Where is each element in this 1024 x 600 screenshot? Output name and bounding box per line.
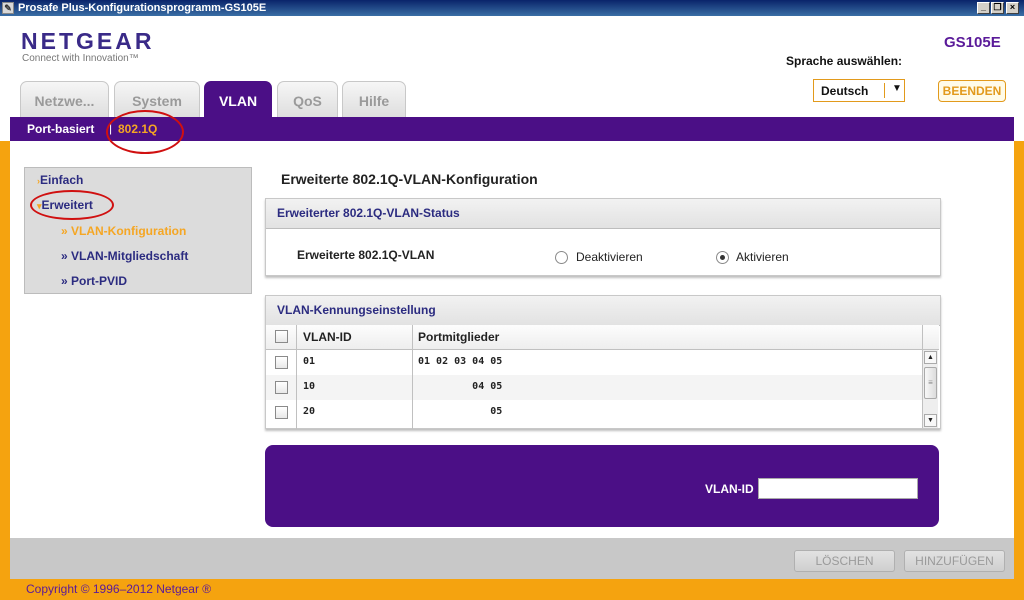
sidebar-item-simple[interactable]: ›Einfach — [37, 173, 83, 187]
row-port-members: 04 05 — [418, 381, 503, 392]
language-value: Deutsch — [821, 84, 869, 98]
annotation-circle-802-1q — [106, 110, 184, 154]
row-vlan-id[interactable]: 20 — [303, 406, 315, 417]
panel-heading: Erweiterter 802.1Q-VLAN-Status — [277, 206, 460, 220]
vlan-status-panel: Erweiterter 802.1Q-VLAN-Status — [265, 198, 941, 276]
sidebar-item-vlan-membership[interactable]: » VLAN-Mitgliedschaft — [61, 249, 188, 263]
row-port-members: 01 02 03 04 05 — [418, 356, 503, 367]
row-port-members: 05 — [418, 406, 503, 417]
netgear-logo: NETGEAR — [21, 28, 155, 54]
tab-vlan[interactable]: VLAN — [204, 81, 272, 117]
panel-header: VLAN-Kennungseinstellung — [266, 296, 940, 326]
language-label: Sprache auswählen: — [786, 54, 903, 68]
radio-activate-label[interactable]: Aktivieren — [736, 250, 789, 264]
panel-header: Erweiterter 802.1Q-VLAN-Status — [266, 199, 940, 229]
panel-heading: VLAN-Kennungseinstellung — [277, 303, 436, 317]
annotation-circle-advanced — [30, 190, 114, 220]
delete-button[interactable]: LÖSCHEN — [794, 550, 895, 572]
language-select[interactable]: Deutsch ▼ — [813, 79, 905, 102]
sidebar-item-vlan-configuration[interactable]: » VLAN-Konfiguration — [61, 224, 186, 238]
frame-left-border — [0, 141, 10, 581]
column-header-vlan-id: VLAN-ID — [303, 330, 352, 344]
restore-icon[interactable]: ❐ — [991, 2, 1004, 14]
sidebar-item-label: Einfach — [40, 173, 84, 187]
minimize-icon[interactable]: _ — [977, 2, 990, 14]
table-column-divider — [412, 325, 413, 429]
subnav-port-based[interactable]: Port-basiert — [27, 122, 94, 136]
row-vlan-id[interactable]: 01 — [303, 356, 315, 367]
vlan-id-input[interactable] — [758, 478, 918, 499]
tab-help[interactable]: Hilfe — [342, 81, 406, 117]
column-header-port-members: Portmitglieder — [418, 330, 500, 344]
row-checkbox[interactable] — [275, 406, 288, 419]
scroll-thumb[interactable]: ≡ — [924, 367, 937, 399]
row-vlan-id[interactable]: 10 — [303, 381, 315, 392]
sidebar-item-port-pvid[interactable]: » Port-PVID — [61, 274, 127, 288]
page-title: Erweiterte 802.1Q-VLAN-Konfiguration — [281, 171, 538, 187]
scroll-down-icon[interactable]: ▼ — [924, 414, 937, 427]
frame-right-border — [1014, 141, 1024, 581]
radio-activate[interactable] — [716, 251, 729, 264]
row-checkbox[interactable] — [275, 356, 288, 369]
table-row-stripe — [266, 375, 922, 400]
app-icon: ✎ — [2, 2, 14, 14]
logout-button[interactable]: BEENDEN — [938, 80, 1006, 102]
tab-qos[interactable]: QoS — [277, 81, 338, 117]
vlan-id-label: VLAN-ID — [705, 482, 754, 496]
vlan-status-label: Erweiterte 802.1Q-VLAN — [297, 248, 435, 262]
select-divider — [884, 83, 885, 98]
table-header — [266, 325, 939, 349]
table-column-divider — [922, 325, 923, 349]
window-title: Prosafe Plus-Konfigurationsprogramm-GS10… — [18, 2, 267, 14]
model-name: GS105E — [944, 34, 1001, 51]
logo-tagline: Connect with Innovation™ — [22, 53, 139, 64]
table-divider — [266, 349, 939, 350]
close-icon[interactable]: × — [1006, 2, 1019, 14]
vlan-id-panel: VLAN-Kennungseinstellung — [265, 295, 941, 429]
select-all-checkbox[interactable] — [275, 330, 288, 343]
scroll-up-icon[interactable]: ▲ — [924, 351, 937, 364]
tab-network[interactable]: Netzwe... — [20, 81, 109, 117]
radio-deactivate[interactable] — [555, 251, 568, 264]
row-checkbox[interactable] — [275, 381, 288, 394]
copyright-text: Copyright © 1996–2012 Netgear ® — [26, 582, 212, 596]
add-button[interactable]: HINZUFÜGEN — [904, 550, 1005, 572]
radio-deactivate-label[interactable]: Deaktivieren — [576, 250, 643, 264]
window-title-bar: ✎ Prosafe Plus-Konfigurationsprogramm-GS… — [0, 0, 1024, 16]
chevron-down-icon[interactable]: ▼ — [892, 83, 902, 94]
table-column-divider — [296, 325, 297, 429]
